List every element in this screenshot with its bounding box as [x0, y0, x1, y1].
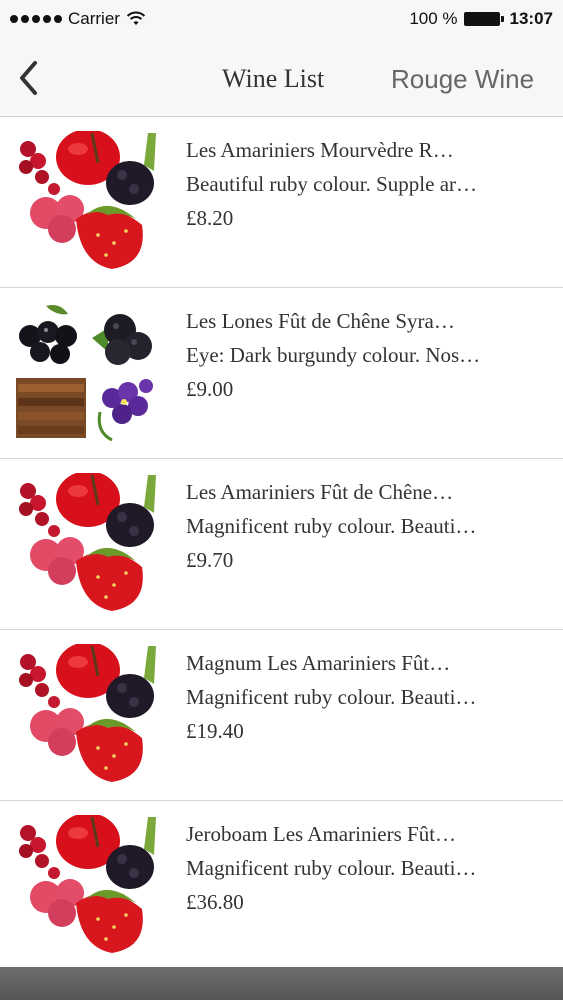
- wine-description: Beautiful ruby colour. Supple ar…: [186, 172, 478, 196]
- wine-name: Jeroboam Les Amariniers Fût…: [186, 822, 457, 846]
- wifi-icon: [126, 11, 146, 25]
- clock: 13:07: [509, 9, 553, 28]
- wine-name: Les Amariniers Mourvèdre R…: [186, 138, 454, 162]
- status-bar: Carrier 100 % 13:07: [0, 0, 563, 40]
- red-fruits-image: [16, 473, 158, 615]
- bottom-toolbar: [0, 967, 563, 1000]
- wine-list-item[interactable]: Les Amariniers Fût de Chêne… Magnificent…: [0, 459, 563, 630]
- navigation-bar: Wine List Rouge Wine: [0, 40, 563, 117]
- wine-description: Eye: Dark burgundy colour. Nos…: [186, 343, 481, 367]
- dark-fruits-spice-violet-image: [16, 302, 158, 444]
- wine-description: Magnificent ruby colour. Beauti…: [186, 514, 477, 538]
- wine-price: £19.40: [186, 719, 244, 743]
- screen: Carrier 100 % 13:07 Wine List Rouge Wine: [0, 0, 563, 1000]
- battery-percent: 100 %: [409, 9, 458, 28]
- wine-info: Magnum Les Amariniers Fût… Magnificent r…: [186, 646, 536, 748]
- wine-list-item[interactable]: Les Lones Fût de Chêne Syra… Eye: Dark b…: [0, 288, 563, 459]
- wine-price: £9.00: [186, 377, 234, 401]
- wine-name: Les Amariniers Fût de Chêne…: [186, 480, 454, 504]
- page-title: Wine List: [222, 64, 325, 93]
- red-fruits-image: [16, 815, 158, 957]
- wine-price: £8.20: [186, 206, 234, 230]
- wine-name: Les Lones Fût de Chêne Syra…: [186, 309, 455, 333]
- wine-price: £36.80: [186, 890, 244, 914]
- wine-info: Les Lones Fût de Chêne Syra… Eye: Dark b…: [186, 304, 536, 406]
- back-button[interactable]: [8, 54, 48, 102]
- wine-name: Magnum Les Amariniers Fût…: [186, 651, 451, 675]
- wine-list: Les Amariniers Mourvèdre R… Beautiful ru…: [0, 117, 563, 972]
- wine-price: £9.70: [186, 548, 234, 572]
- status-right: 100 % 13:07: [409, 9, 553, 29]
- wine-info: Les Amariniers Fût de Chêne… Magnificent…: [186, 475, 536, 577]
- carrier-label: Carrier: [68, 9, 120, 28]
- signal-strength-icon: [10, 15, 62, 23]
- chevron-left-icon: [20, 61, 37, 95]
- wine-info: Jeroboam Les Amariniers Fût… Magnificent…: [186, 817, 536, 919]
- wine-description: Magnificent ruby colour. Beauti…: [186, 856, 477, 880]
- wine-list-item[interactable]: Magnum Les Amariniers Fût… Magnificent r…: [0, 630, 563, 801]
- wine-list-item[interactable]: Les Amariniers Mourvèdre R… Beautiful ru…: [0, 117, 563, 288]
- wine-description: Magnificent ruby colour. Beauti…: [186, 685, 477, 709]
- red-fruits-image: [16, 644, 158, 786]
- battery-icon: [463, 12, 504, 26]
- red-fruits-image: [16, 131, 158, 273]
- wine-list-item[interactable]: Jeroboam Les Amariniers Fût… Magnificent…: [0, 801, 563, 972]
- wine-info: Les Amariniers Mourvèdre R… Beautiful ru…: [186, 133, 536, 235]
- category-label[interactable]: Rouge Wine: [391, 64, 534, 95]
- status-left: Carrier: [10, 9, 146, 29]
